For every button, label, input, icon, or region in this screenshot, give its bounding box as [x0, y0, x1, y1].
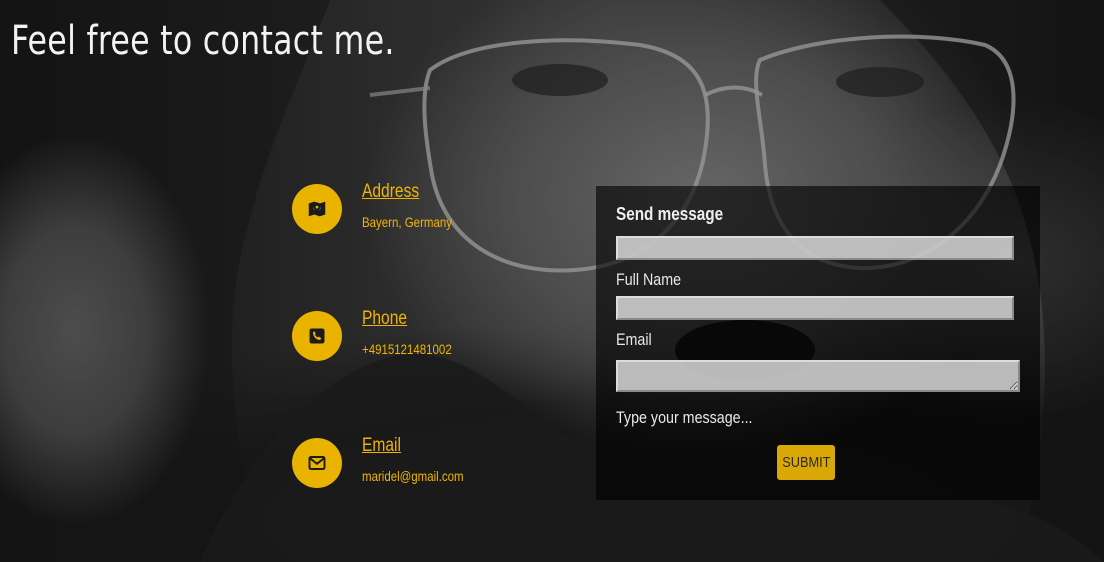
full-name-label: Full Name	[616, 270, 682, 289]
email-value: maridel@gmail.com	[362, 468, 464, 484]
contact-phone: Phone +4915121481002	[292, 308, 572, 371]
envelope-icon	[292, 438, 342, 488]
contact-address: Address Bayern, Germany	[292, 181, 572, 244]
phone-icon	[292, 311, 342, 361]
page-title: Feel free to contact me.	[11, 18, 395, 64]
map-icon	[292, 184, 342, 234]
contact-form: Send message Full Name Email Type your m…	[596, 186, 1040, 500]
message-label: Type your message...	[616, 408, 753, 427]
email-input[interactable]	[616, 296, 1014, 320]
phone-value: +4915121481002	[362, 341, 452, 357]
phone-link[interactable]: Phone	[362, 308, 407, 330]
submit-button[interactable]: SUBMIT	[777, 445, 835, 480]
contact-email: Email maridel@gmail.com	[292, 435, 572, 498]
form-heading: Send message	[616, 204, 724, 224]
email-link[interactable]: Email	[362, 435, 401, 457]
message-textarea[interactable]	[616, 360, 1020, 392]
email-label: Email	[616, 330, 652, 349]
address-value: Bayern, Germany	[362, 214, 452, 230]
address-link[interactable]: Address	[362, 181, 419, 203]
full-name-input[interactable]	[616, 236, 1014, 260]
submit-button-label: SUBMIT	[781, 454, 831, 471]
